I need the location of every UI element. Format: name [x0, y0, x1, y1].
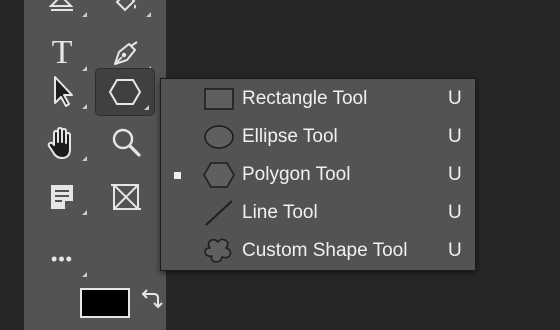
eraser-icon: [48, 0, 74, 11]
magnifier-icon: [112, 128, 141, 157]
edit-toolbar-button[interactable]: •••: [32, 236, 92, 282]
ellipse-icon: [201, 122, 237, 152]
menu-item-shortcut: U: [448, 202, 462, 223]
tools-panel: T •••: [24, 0, 166, 330]
menu-item-shortcut: U: [448, 164, 462, 185]
active-tool-indicator: [174, 171, 181, 179]
eraser-tool[interactable]: [32, 0, 92, 22]
paint-bucket-icon: [115, 0, 136, 12]
foreground-color-swatch[interactable]: [80, 288, 130, 318]
hand-tool[interactable]: [32, 120, 92, 166]
menu-item-shortcut: U: [448, 88, 462, 109]
paint-bucket-tool[interactable]: [96, 0, 156, 22]
swap-colors-icon[interactable]: [140, 286, 164, 310]
hexagon-icon: [108, 79, 142, 105]
frame-tool[interactable]: [96, 174, 156, 220]
frame-icon: [111, 184, 141, 210]
ellipsis-icon: •••: [51, 248, 73, 269]
menu-item-label: Ellipse Tool: [242, 126, 338, 147]
custom-shape-icon: [201, 236, 237, 266]
zoom-tool[interactable]: [96, 120, 156, 166]
note-icon: [51, 185, 73, 209]
path-selection-tool[interactable]: [32, 68, 92, 114]
menu-item-ellipse-tool[interactable]: Ellipse Tool U: [161, 118, 475, 156]
menu-item-rectangle-tool[interactable]: Rectangle Tool U: [161, 80, 475, 118]
shape-tool[interactable]: [95, 68, 155, 116]
menu-item-custom-shape-tool[interactable]: Custom Shape Tool U: [161, 232, 475, 270]
rectangle-icon: [201, 84, 237, 114]
shape-tool-flyout-menu: Rectangle Tool U Ellipse Tool U Polygon …: [160, 78, 476, 271]
type-icon: T: [51, 34, 73, 71]
polygon-icon: [201, 160, 237, 190]
menu-item-shortcut: U: [448, 126, 462, 147]
menu-item-line-tool[interactable]: Line Tool U: [161, 194, 475, 232]
pen-icon: [114, 41, 138, 65]
menu-item-label: Rectangle Tool: [242, 88, 368, 109]
menu-item-label: Line Tool: [242, 202, 318, 223]
menu-item-label: Polygon Tool: [242, 164, 351, 185]
menu-item-shortcut: U: [448, 240, 462, 261]
menu-item-label: Custom Shape Tool: [242, 240, 408, 261]
hand-icon: [47, 127, 71, 159]
line-icon: [201, 198, 237, 228]
arrow-cursor-icon: [54, 76, 73, 107]
menu-item-polygon-tool[interactable]: Polygon Tool U: [161, 156, 475, 194]
note-tool[interactable]: [32, 174, 92, 220]
